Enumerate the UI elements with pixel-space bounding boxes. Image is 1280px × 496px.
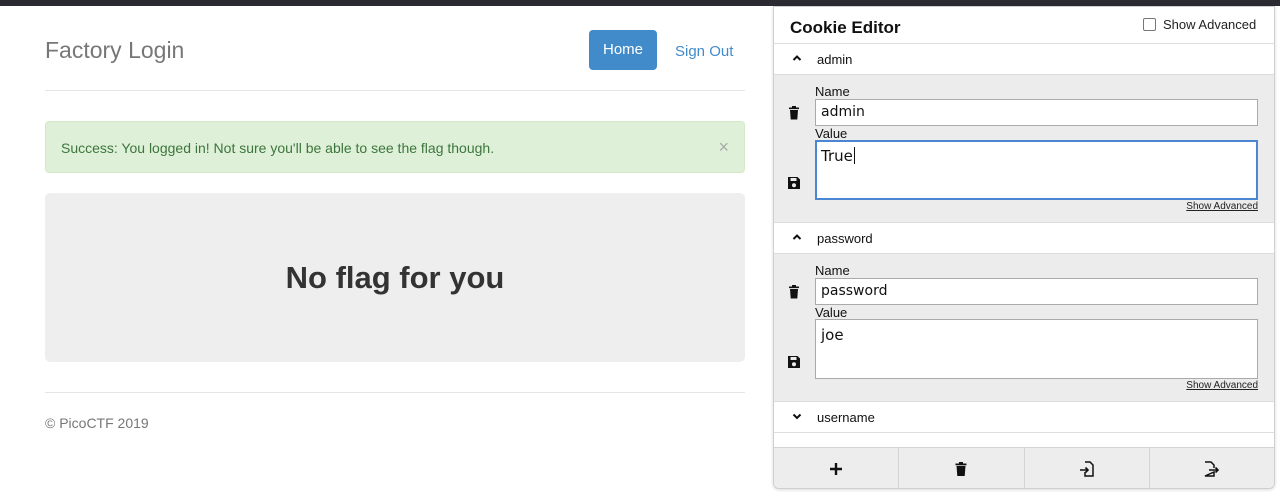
delete-all-icon	[955, 461, 967, 476]
import-icon	[1079, 460, 1094, 477]
alert-message: Success: You logged in! Not sure you'll …	[61, 140, 495, 156]
trash-icon[interactable]	[787, 285, 801, 299]
cookie-body-admin: Name admin Value True Show Advanced	[774, 75, 1274, 222]
cookie-value-text: True	[821, 147, 853, 165]
cookie-header-username[interactable]: username	[774, 401, 1274, 433]
add-cookie-button[interactable]	[774, 448, 900, 488]
add-icon	[830, 462, 843, 475]
show-advanced-link[interactable]: Show Advanced	[1186, 380, 1258, 391]
save-icon[interactable]	[787, 176, 801, 190]
save-icon[interactable]	[787, 355, 801, 369]
home-button[interactable]: Home	[589, 30, 657, 70]
show-advanced-checkbox[interactable]	[1143, 18, 1156, 31]
cookie-header-password[interactable]: password	[774, 222, 1274, 254]
sign-out-link[interactable]: Sign Out	[675, 30, 733, 70]
delete-all-button[interactable]	[899, 448, 1025, 488]
show-advanced-label: Show Advanced	[1163, 17, 1257, 32]
name-label: Name	[815, 263, 850, 278]
header-divider	[45, 90, 745, 91]
value-label: Value	[815, 126, 848, 141]
cookie-editor-toolbar	[774, 447, 1274, 488]
cookie-body-password: Name password Value joe Show Advanced	[774, 254, 1274, 401]
export-icon	[1204, 460, 1220, 477]
name-label: Name	[815, 84, 850, 99]
chevron-up-icon	[792, 234, 802, 240]
footer-copyright: © PicoCTF 2019	[45, 415, 149, 431]
show-advanced-link[interactable]: Show Advanced	[1186, 201, 1258, 212]
cookie-value-textarea[interactable]: True	[815, 140, 1258, 200]
brand-title[interactable]: Factory Login	[45, 37, 184, 64]
cookie-value-textarea[interactable]: joe	[815, 319, 1258, 379]
value-label: Value	[815, 305, 848, 320]
cookie-header-label: username	[817, 410, 875, 425]
trash-icon[interactable]	[787, 106, 801, 120]
show-advanced-toggle[interactable]: Show Advanced	[1143, 17, 1256, 32]
cookie-editor-popup: Cookie Editor Show Advanced admin Name a…	[773, 6, 1275, 489]
footer-divider	[45, 392, 745, 393]
jumbotron-heading: No flag for you	[285, 259, 505, 295]
text-caret	[853, 147, 855, 164]
alert-close-button[interactable]: ×	[718, 136, 729, 158]
cookie-name-input[interactable]: password	[815, 278, 1258, 305]
success-alert: Success: You logged in! Not sure you'll …	[45, 121, 745, 173]
cookie-header-label: password	[817, 231, 873, 246]
cookie-header-label: admin	[817, 52, 853, 67]
export-button[interactable]	[1150, 448, 1274, 488]
popup-title: Cookie Editor	[790, 18, 901, 37]
cookie-header-admin[interactable]: admin	[774, 43, 1274, 75]
jumbotron: No flag for you	[45, 193, 745, 362]
chevron-up-icon	[792, 55, 802, 61]
cookie-name-input[interactable]: admin	[815, 99, 1258, 126]
import-button[interactable]	[1025, 448, 1150, 488]
chevron-down-icon	[792, 413, 802, 420]
